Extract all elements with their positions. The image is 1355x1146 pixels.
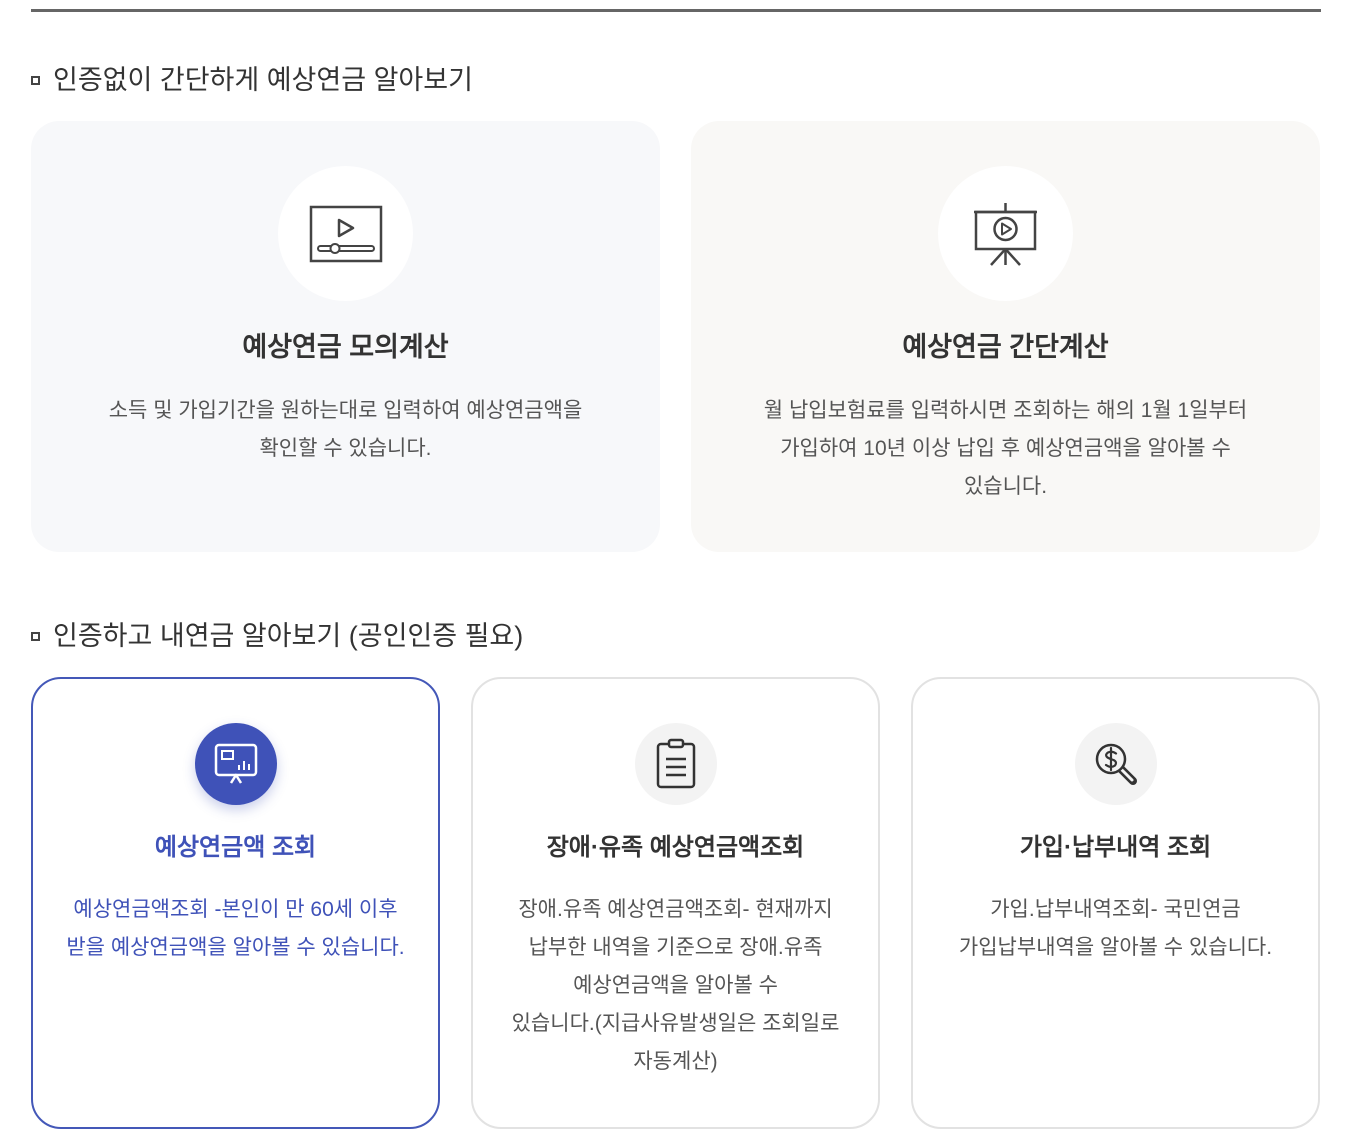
card-enrollment-payment-history[interactable]: 가입·납부내역 조회 가입.납부내역조회- 국민연금 가입납부내역을 알아볼 수… <box>911 677 1320 1129</box>
clipboard-icon <box>634 723 717 805</box>
presentation-play-icon <box>938 166 1073 301</box>
section-title-text: 인증하고 내연금 알아보기 (공인인증 필요) <box>53 621 524 651</box>
card-disability-survivor-inquiry[interactable]: 장애·유족 예상연금액조회 장애.유족 예상연금액조회- 현재까지 납부한 내역… <box>471 677 880 1129</box>
card-simple-calculation[interactable]: 예상연금 간단계산 월 납입보험료를 입력하시면 조회하는 해의 1월 1일부터… <box>691 121 1320 552</box>
card-description: 소득 및 가입기간을 원하는대로 입력하여 예상연금액을 확인할 수 있습니다. <box>108 399 583 460</box>
video-player-icon <box>278 166 413 301</box>
card-title: 장애·유족 예상연금액조회 <box>546 834 805 861</box>
card-description: 예상연금액조회 -본인이 만 60세 이후 받을 예상연금액을 알아볼 수 있습… <box>66 898 405 959</box>
dollar-search-icon <box>1074 723 1157 805</box>
section-heading-no-auth: 인증없이 간단하게 예상연금 알아보기 <box>31 62 473 98</box>
square-bullet-icon <box>31 75 40 85</box>
monitor-chart-icon <box>194 723 277 805</box>
card-mock-calculation[interactable]: 예상연금 모의계산 소득 및 가입기간을 원하는대로 입력하여 예상연금액을 확… <box>31 121 660 552</box>
section-title-text: 인증없이 간단하게 예상연금 알아보기 <box>53 65 473 95</box>
card-description: 월 납입보험료를 입력하시면 조회하는 해의 1월 1일부터 가입하여 10년 … <box>763 399 1248 498</box>
card-title: 예상연금 간단계산 <box>902 332 1109 362</box>
card-expected-pension-inquiry[interactable]: 예상연금액 조회 예상연금액조회 -본인이 만 60세 이후 받을 예상연금액을… <box>31 677 440 1129</box>
card-title: 예상연금 모의계산 <box>242 332 449 362</box>
top-divider <box>31 9 1321 12</box>
card-title: 가입·납부내역 조회 <box>1019 834 1212 861</box>
card-title: 예상연금액 조회 <box>154 834 317 861</box>
square-bullet-icon <box>31 631 40 641</box>
section-heading-auth: 인증하고 내연금 알아보기 (공인인증 필요) <box>31 618 523 654</box>
card-description: 장애.유족 예상연금액조회- 현재까지 납부한 내역을 기준으로 장애.유족 예… <box>511 898 840 1073</box>
card-description: 가입.납부내역조회- 국민연금 가입납부내역을 알아볼 수 있습니다. <box>958 898 1273 959</box>
